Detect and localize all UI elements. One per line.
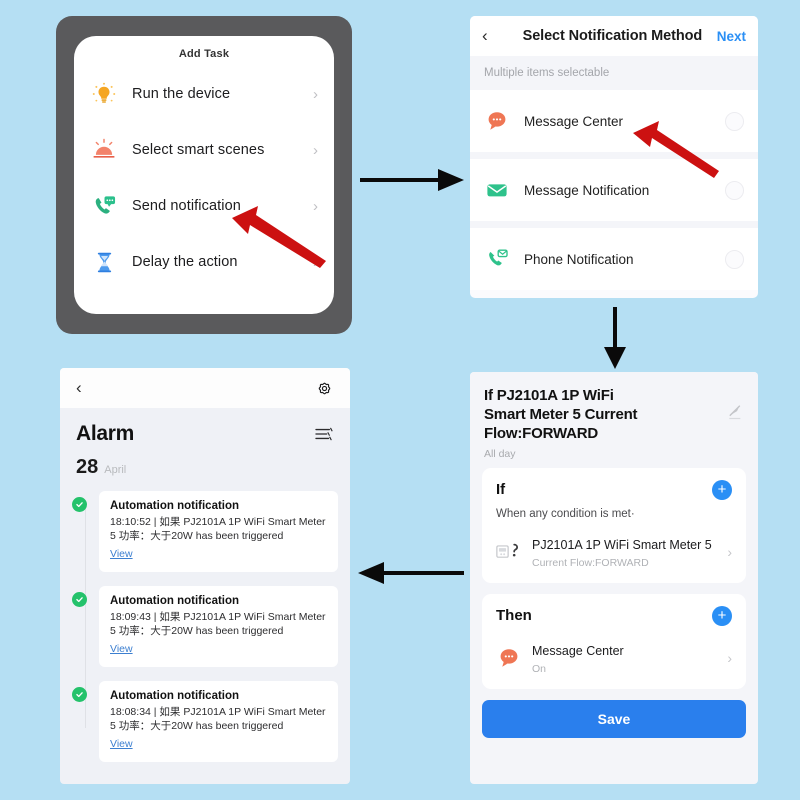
alarm-top-bar: ‹	[60, 368, 350, 408]
if-device-text: PJ2101A 1P WiFi Smart Meter 5 Current Fl…	[532, 536, 721, 569]
task-label: Select smart scenes	[132, 142, 265, 158]
alarm-date-month: April	[104, 464, 127, 476]
list-item[interactable]: Automation notification 18:10:52 | 如果 PJ…	[72, 491, 338, 572]
arrow-notify-to-automation	[604, 307, 626, 369]
arrow-addtask-to-notify	[360, 169, 464, 191]
red-pointer-message-center	[633, 121, 719, 178]
red-pointer-send-notification	[232, 206, 326, 268]
automation-schedule: All day	[484, 447, 516, 460]
alarm-notification-list: Automation notification 18:10:52 | 如果 PJ…	[60, 483, 350, 762]
checkbox-phone-notification[interactable]	[725, 249, 744, 269]
light-bulb-icon	[90, 80, 118, 108]
chevron-right-icon: ›	[727, 544, 732, 561]
view-link[interactable]: View	[110, 548, 133, 560]
notification-title: Automation notification	[110, 594, 240, 607]
then-card-header: Then +	[496, 605, 732, 626]
save-button[interactable]: Save	[482, 699, 746, 738]
message-bubble-icon	[484, 108, 510, 134]
notification-method-header: ‹ Select Notification Method Next	[470, 16, 758, 56]
automation-header: If PJ2101A 1P WiFi Smart Meter 5 Current…	[470, 372, 758, 468]
if-card: If + When any condition is met· PJ2101A …	[482, 467, 746, 583]
list-item[interactable]: Automation notification 18:08:34 | 如果 PJ…	[72, 680, 338, 762]
option-label: Message Notification	[524, 182, 650, 198]
chevron-right-icon: ›	[727, 650, 732, 667]
then-action-row[interactable]: Message Center On ›	[496, 642, 732, 675]
smart-scene-icon	[90, 136, 118, 164]
plus-icon[interactable]: +	[712, 479, 732, 500]
send-notification-icon	[90, 192, 118, 220]
option-label: Phone Notification	[524, 251, 634, 267]
add-task-phone-frame: Add Task Run the device › Select smart s…	[56, 16, 352, 334]
next-button[interactable]: Next	[717, 29, 746, 44]
notification-card: Automation notification 18:08:34 | 如果 PJ…	[99, 680, 338, 762]
filter-list-icon[interactable]	[314, 426, 334, 442]
then-action-text: Message Center On	[532, 642, 721, 675]
alarm-title-row: Alarm	[60, 408, 350, 446]
envelope-icon	[484, 177, 510, 203]
then-action-name: Message Center	[532, 643, 624, 658]
notification-card: Automation notification 18:10:52 | 如果 PJ…	[99, 491, 338, 572]
then-action-state: On	[532, 662, 547, 675]
automation-title: If PJ2101A 1P WiFi Smart Meter 5 Current…	[484, 387, 638, 443]
page-title: Select Notification Method	[522, 28, 703, 44]
view-link[interactable]: View	[110, 738, 133, 750]
task-row-run-device[interactable]: Run the device ›	[74, 66, 334, 122]
chevron-right-icon: ›	[313, 141, 318, 159]
add-task-screen: Add Task Run the device › Select smart s…	[74, 36, 334, 314]
then-heading: Then	[496, 607, 532, 625]
if-device-row[interactable]: PJ2101A 1P WiFi Smart Meter 5 Current Fl…	[496, 536, 732, 569]
arrow-automation-to-alarm	[358, 562, 464, 584]
phone-message-icon	[484, 246, 510, 272]
task-label: Run the device	[132, 86, 231, 102]
notification-card: Automation notification 18:09:43 | 如果 PJ…	[99, 585, 338, 667]
back-arrow-icon[interactable]: ‹	[76, 378, 315, 398]
multiple-selectable-hint: Multiple items selectable	[470, 56, 758, 90]
notification-title: Automation notification	[110, 689, 240, 702]
status-success-icon	[72, 497, 87, 512]
notification-body: 18:09:43 | 如果 PJ2101A 1P WiFi Smart Mete…	[110, 610, 326, 638]
back-arrow-icon[interactable]: ‹	[482, 26, 508, 46]
notification-body: 18:10:52 | 如果 PJ2101A 1P WiFi Smart Mete…	[110, 516, 326, 543]
hourglass-icon	[90, 248, 118, 276]
chevron-right-icon: ›	[313, 85, 318, 103]
alarm-screen: ‹ Alarm 28 April Automation notification…	[60, 368, 350, 784]
if-condition-text: When any condition is met·	[496, 507, 635, 520]
if-device-state: Current Flow:FORWARD	[532, 556, 649, 569]
notification-title: Automation notification	[110, 500, 240, 512]
task-row-smart-scenes[interactable]: Select smart scenes ›	[74, 122, 334, 178]
smart-meter-icon	[496, 541, 522, 563]
notification-option-phone-notification[interactable]: Phone Notification	[470, 228, 758, 290]
plus-icon[interactable]: +	[712, 605, 732, 626]
list-item[interactable]: Automation notification 18:09:43 | 如果 PJ…	[72, 585, 338, 667]
notification-body: 18:08:34 | 如果 PJ2101A 1P WiFi Smart Mete…	[110, 705, 326, 733]
automation-header-text: If PJ2101A 1P WiFi Smart Meter 5 Current…	[484, 386, 722, 460]
checkbox-message-notification[interactable]	[725, 180, 744, 200]
row-divider	[470, 221, 758, 228]
page-title: Alarm	[76, 422, 135, 445]
if-device-name: PJ2101A 1P WiFi Smart Meter 5	[532, 537, 712, 552]
status-success-icon	[72, 686, 87, 702]
if-heading: If	[496, 481, 506, 499]
then-card: Then + Message Center On ›	[482, 593, 746, 689]
message-bubble-icon	[496, 646, 522, 670]
automation-detail-screen: If PJ2101A 1P WiFi Smart Meter 5 Current…	[470, 372, 758, 784]
alarm-date: 28 April	[60, 446, 350, 483]
status-success-icon	[72, 591, 87, 607]
gear-icon[interactable]	[315, 379, 334, 398]
add-task-title: Add Task	[178, 48, 230, 60]
pencil-icon[interactable]	[722, 402, 744, 424]
alarm-date-day: 28	[76, 456, 99, 478]
if-card-header: If +	[496, 479, 732, 500]
view-link[interactable]: View	[110, 643, 133, 655]
checkbox-message-center[interactable]	[725, 111, 744, 131]
